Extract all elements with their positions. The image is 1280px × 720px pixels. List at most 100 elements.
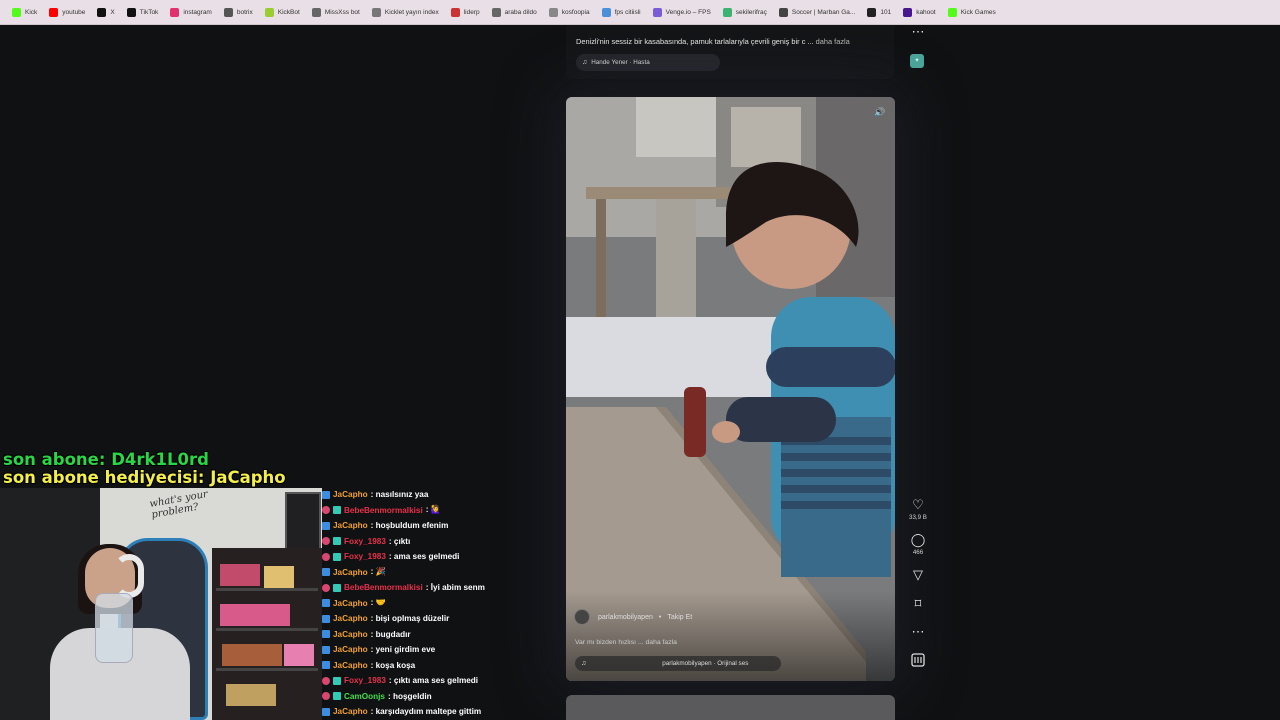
author-name[interactable]: parlakmobilyapen xyxy=(598,614,653,621)
chat-username[interactable]: Foxy_1983 xyxy=(344,537,386,546)
bookmark-item[interactable]: Kick Games xyxy=(942,2,1002,22)
chat-username[interactable]: CamOonjs xyxy=(344,692,385,701)
chat-username[interactable]: JaCapho xyxy=(333,614,368,623)
chat-badge-icon xyxy=(322,521,330,530)
chat-username[interactable]: JaCapho xyxy=(333,645,368,654)
chat-username[interactable]: JaCapho xyxy=(333,521,368,530)
more-options-button[interactable]: ⋯ xyxy=(900,625,936,639)
action-column: ⋯ ♡ 33,9 B ◯ 466 ▽ ⌑ ⋯ xyxy=(900,25,936,720)
bookmark-item[interactable]: sekilerifraç xyxy=(717,2,773,22)
caption-text: Var mı bizden hızlısı ... xyxy=(575,639,644,646)
chat-username[interactable]: JaCapho xyxy=(333,630,368,639)
chat-badge-icon xyxy=(322,614,330,623)
bookmark-favicon-icon xyxy=(652,7,662,17)
bookmark-favicon-icon xyxy=(126,7,136,17)
chat-username[interactable]: JaCapho xyxy=(333,661,368,670)
bookmark-item[interactable]: instagram xyxy=(164,2,218,22)
bookmark-favicon-icon xyxy=(311,7,321,17)
chat-username[interactable]: Foxy_1983 xyxy=(344,676,386,685)
more-options-top-button[interactable]: ⋯ xyxy=(900,25,936,39)
bookmark-item[interactable]: liderp xyxy=(445,2,486,22)
current-video-player[interactable]: 🔊 parlakmobilyapen • Takip Et Var mı biz… xyxy=(566,97,895,681)
chat-badge-icon xyxy=(322,537,330,546)
bookmark-item[interactable]: TikTok xyxy=(121,2,165,22)
bookmark-favicon-icon xyxy=(867,7,877,17)
like-button[interactable]: ♡ 33,9 B xyxy=(900,497,936,522)
music-label: parlakmobilyapen · Orijinal ses xyxy=(662,660,749,667)
bookmark-favicon-icon xyxy=(601,7,611,17)
bookmark-item[interactable]: 101 xyxy=(861,2,897,22)
bookmark-favicon-icon xyxy=(903,7,913,17)
chat-username[interactable]: JaCapho xyxy=(333,490,368,499)
bookmark-item[interactable]: X xyxy=(91,2,120,22)
chat-message: BebeBenmormalkisi: İyi abim senm xyxy=(322,580,485,596)
chat-username[interactable]: BebeBenmormalkisi xyxy=(344,583,423,592)
bookmark-favicon-icon xyxy=(12,7,21,17)
bookmark-favicon-icon xyxy=(371,7,381,17)
last-subscriber-text: son abone: D4rk1L0rd xyxy=(3,450,209,469)
chat-text: : yeni girdim eve xyxy=(370,645,436,655)
volume-icon[interactable]: 🔊 xyxy=(873,105,887,119)
follow-button[interactable]: Takip Et xyxy=(667,614,692,621)
chat-text: : 🙋‍♀️ xyxy=(425,505,441,515)
comment-count: 466 xyxy=(912,549,924,556)
chat-message: JaCapho: bugdadır xyxy=(322,627,411,643)
chat-username[interactable]: JaCapho xyxy=(333,568,368,577)
author-avatar[interactable] xyxy=(574,609,590,625)
music-pill[interactable]: ♫ parlakmobilyapen · Orijinal ses xyxy=(575,656,781,671)
chat-message: JaCapho: 🎉 xyxy=(322,565,386,581)
previous-post-more-link[interactable]: daha fazla xyxy=(816,37,850,46)
chat-message: JaCapho: koşa koşa xyxy=(322,658,415,674)
chat-message: JaCapho: karşıdaydım maltepe gittim xyxy=(322,704,481,720)
bookmark-item[interactable]: MissXss bot xyxy=(306,2,366,22)
chat-text: : bişi oplmaş düzelir xyxy=(370,614,450,624)
chat-message: Foxy_1983: çıktı ama ses gelmedi xyxy=(322,673,478,689)
chat-badge-icon xyxy=(322,490,330,499)
previous-post-text: Denizli'nin sessiz bir kasabasında, pamu… xyxy=(576,37,814,46)
chat-message: Foxy_1983: çıktı xyxy=(322,534,410,550)
chat-text: : bugdadır xyxy=(370,629,411,639)
chat-badge-icon xyxy=(333,537,341,546)
save-button[interactable]: ⌑ xyxy=(900,597,936,611)
comment-button[interactable]: ◯ 466 xyxy=(900,532,936,557)
bookmark-item[interactable]: Kick xyxy=(6,2,43,22)
comment-icon: ◯ xyxy=(910,532,926,547)
author-row: parlakmobilyapen • Takip Et xyxy=(574,609,692,625)
chat-text: : koşa koşa xyxy=(370,660,416,670)
bookmark-item[interactable]: KickBot xyxy=(259,2,306,22)
bookmark-item[interactable]: Venge.io – FPS xyxy=(647,2,717,22)
share-button[interactable]: ▽ xyxy=(900,568,936,582)
chat-username[interactable]: JaCapho xyxy=(333,707,368,716)
chat-username[interactable]: Foxy_1983 xyxy=(344,552,386,561)
heart-icon: ♡ xyxy=(912,497,924,512)
bookmark-item[interactable]: fps citiisli xyxy=(596,2,647,22)
bookmark-item[interactable]: botrix xyxy=(218,2,259,22)
video-feed: Denizli'nin sessiz bir kasabasında, pamu… xyxy=(566,25,896,720)
chat-message: JaCapho: 🤝 xyxy=(322,596,386,612)
bookmark-label: Kicklet yayın index xyxy=(384,8,439,16)
bookmark-item[interactable]: youtube xyxy=(43,2,91,22)
bookmark-item[interactable]: araba dildo xyxy=(486,2,543,22)
previous-post-music-pill[interactable]: ♫ Hande Yener · Hasta xyxy=(576,54,720,71)
reels-icon-button[interactable] xyxy=(900,653,936,672)
bookmark-item[interactable]: kosfoopia xyxy=(543,2,596,22)
bookmark-item[interactable]: Soccer | Marban Ga... xyxy=(773,2,861,22)
chat-username[interactable]: BebeBenmormalkisi xyxy=(344,506,423,515)
chat-badge-icon xyxy=(333,506,341,515)
bookmark-label: youtube xyxy=(62,8,86,16)
chat-badge-icon xyxy=(322,645,330,654)
chat-text: : hoşbuldum efenim xyxy=(370,521,449,531)
extension-chip-icon[interactable]: ✦ xyxy=(910,54,924,68)
bookmark-label: MissXss bot xyxy=(324,8,360,16)
bookmark-item[interactable]: kahoot xyxy=(897,2,942,22)
bookmark-item[interactable]: Kicklet yayın index xyxy=(366,2,445,22)
chat-username[interactable]: JaCapho xyxy=(333,599,368,608)
bookmark-label: fps citiisli xyxy=(614,8,641,16)
chat-text: : karşıdaydım maltepe gittim xyxy=(370,707,482,717)
bookmarks-bar: Kick youtube X TikTok instagram botrix KickBot… xyxy=(0,0,1280,25)
chat-badge-icon xyxy=(322,676,330,685)
bookmark-label: sekilerifraç xyxy=(735,8,767,16)
chat-text: : çıktı xyxy=(388,536,411,546)
caption-more-link[interactable]: daha fazla xyxy=(646,639,677,646)
next-video-preview[interactable] xyxy=(566,695,895,720)
